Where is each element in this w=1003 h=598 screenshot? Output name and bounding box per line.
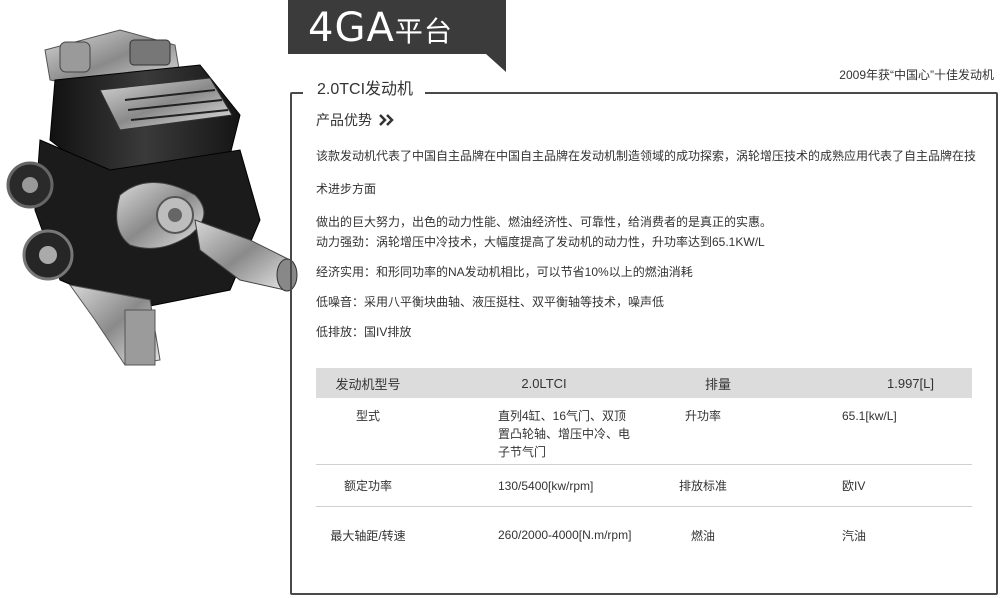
platform-title-main: 4GA <box>308 5 395 51</box>
table-cell: 直列4缸、16气门、双顶置凸轮轴、增压中冷、电子节气门 <box>498 409 631 459</box>
section-title: 产品优势 <box>316 110 396 130</box>
banner-tail-shape <box>486 54 506 72</box>
table-cell: 排放标准 <box>678 479 727 493</box>
spec-table: 发动机型号 2.0LTCI 排量 1.997[L] 型式 直列4缸、16气门、双… <box>316 368 972 563</box>
feature-item-economy: 经济实用：和形同功率的NA发动机相比，可以节省10%以上的燃油消耗 <box>316 265 693 279</box>
feature-list: 动力强劲：涡轮增压中冷技术，大幅度提高了发动机的动力性，升功率达到65.1KW/… <box>316 227 986 347</box>
product-description: 该款发动机代表了中国自主品牌在中国自主品牌在发动机制造领域的成功探索，涡轮增压技… <box>316 140 986 239</box>
feature-item-noise: 低噪音：采用八平衡块曲轴、液压挺柱、双平衡轴等技术，噪声低 <box>316 295 665 309</box>
table-cell: 最大轴距/转速 <box>330 528 406 543</box>
table-cell: 260/2000-4000[N.m/rpm] <box>498 528 632 542</box>
table-cell: 欧IV <box>842 479 866 493</box>
platform-title: 4GA平台 <box>308 2 453 54</box>
table-row: 型式 直列4缸、16气门、双顶置凸轮轴、增压中冷、电子节气门 升功率 65.1[… <box>316 398 972 465</box>
feature-item-emission: 低排放：国IV排放 <box>316 325 412 339</box>
table-row: 最大轴距/转速 260/2000-4000[N.m/rpm] 燃油 汽油 <box>316 507 972 563</box>
header-cell: 发动机型号 <box>335 376 401 392</box>
award-text: 2009年获“中国心”十佳发动机 <box>839 68 994 82</box>
description-line-1: 该款发动机代表了中国自主品牌在中国自主品牌在发动机制造领域的成功探索，涡轮增压技… <box>316 149 977 196</box>
section-title-label: 产品优势 <box>316 112 372 128</box>
table-cell: 升功率 <box>684 409 721 423</box>
feature-item-power: 动力强劲：涡轮增压中冷技术，大幅度提高了发动机的动力性，升功率达到65.1KW/… <box>316 235 765 249</box>
table-cell: 130/5400[kw/rpm] <box>498 478 594 493</box>
spec-table-header: 发动机型号 2.0LTCI 排量 1.997[L] <box>316 368 972 398</box>
header-cell: 1.997[L] <box>887 375 934 391</box>
table-row: 额定功率 130/5400[kw/rpm] 排放标准 欧IV <box>316 465 972 507</box>
header-cell: 2.0LTCI <box>521 375 567 391</box>
table-cell: 65.1[kw/L] <box>842 409 897 423</box>
table-cell: 型式 <box>355 409 380 423</box>
engine-name: 2.0TCI发动机 <box>303 78 426 102</box>
table-cell: 燃油 <box>690 528 715 543</box>
table-cell: 额定功率 <box>343 479 392 493</box>
engine-image <box>6 29 298 366</box>
double-chevron-right-icon <box>379 114 394 126</box>
table-cell: 汽油 <box>842 528 867 543</box>
platform-title-sub: 平台 <box>394 15 453 48</box>
header-cell: 排量 <box>704 376 731 392</box>
